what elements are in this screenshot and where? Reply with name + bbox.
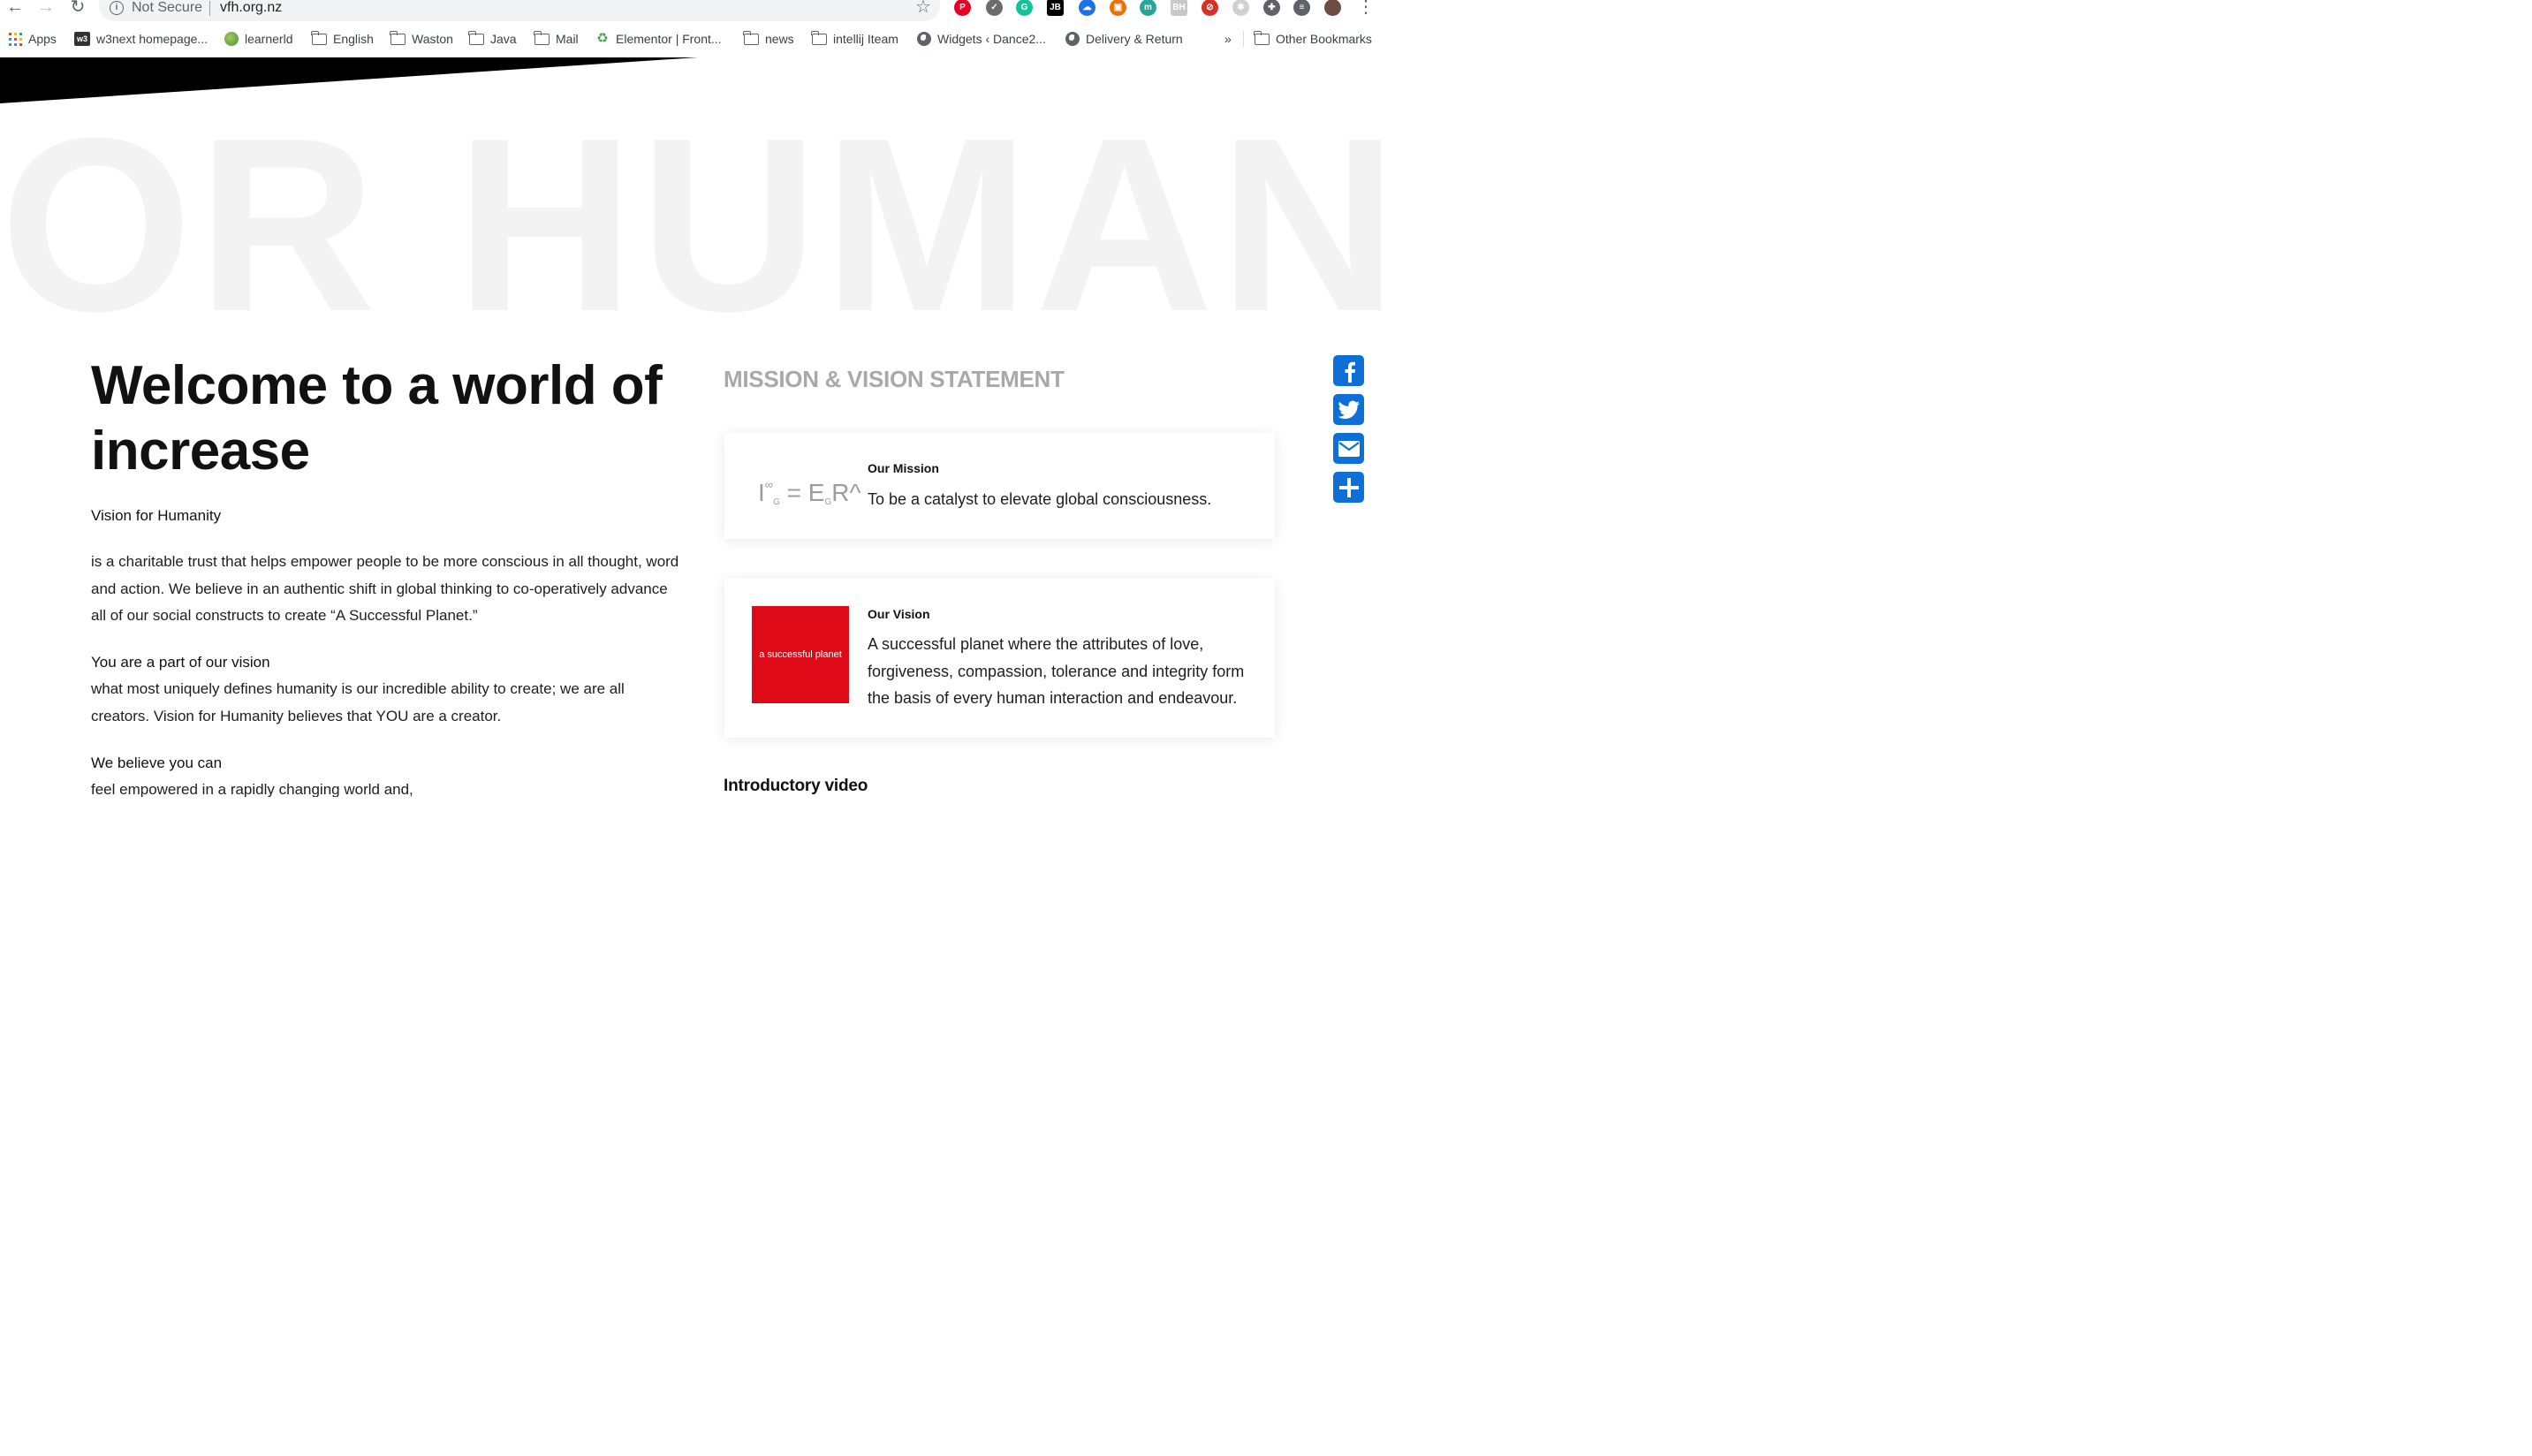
mission-card: I∞G = EGR^ Our Mission To be a catalyst … — [724, 433, 1275, 539]
folder-icon — [1254, 30, 1270, 45]
shield-extension-icon[interactable]: ✓ — [986, 0, 1003, 16]
bookmarks-bar: Apps w3 w3next homepage... learnerld Eng… — [0, 29, 1385, 49]
bookmark-label: Elementor | Front... — [616, 32, 722, 46]
info-icon[interactable]: i — [110, 1, 124, 15]
mission-formula-logo: I∞G = EGR^ — [758, 478, 861, 507]
bookmark-label: English — [333, 32, 374, 46]
facebook-icon — [1345, 361, 1355, 383]
share-plus-icon — [1338, 477, 1359, 497]
screenshot-extension-icon[interactable]: ▣ — [1110, 0, 1126, 16]
bookmark-widgets[interactable]: Widgets ‹ Dance2... — [917, 29, 1046, 49]
bookmark-label: Delivery & Return — [1086, 32, 1183, 46]
part-of-vision-label: You are a part of our vision — [91, 654, 270, 671]
bookmark-w3next[interactable]: w3 w3next homepage... — [74, 29, 208, 49]
back-arrow-icon[interactable]: ← — [5, 0, 25, 18]
introductory-video-heading: Introductory video — [724, 777, 868, 795]
puzzle-extensions-icon[interactable]: ✚ — [1263, 0, 1280, 16]
creators-paragraph: what most uniquely defines humanity is o… — [91, 680, 625, 724]
bookmark-intellij[interactable]: intellij Iteam — [811, 29, 898, 49]
more-share-button[interactable] — [1333, 472, 1364, 503]
bookmark-label: Mail — [556, 32, 579, 46]
bookmark-label: w3next homepage... — [96, 32, 208, 46]
url-divider — [209, 1, 210, 16]
mission-text: To be a catalyst to elevate global consc… — [868, 490, 1212, 508]
bookmarks-divider — [1243, 31, 1244, 47]
bookmark-label: Apps — [28, 32, 57, 46]
vision-text: A successful planet where the attributes… — [868, 635, 1245, 707]
folder-icon — [468, 30, 484, 45]
we-believe-label: We believe you can — [91, 755, 223, 771]
globe-icon — [1065, 32, 1080, 46]
empowered-paragraph: feel empowered in a rapidly changing wor… — [91, 781, 413, 797]
facebook-share-button[interactable] — [1333, 355, 1364, 386]
intro-paragraph: is a charitable trust that helps empower… — [91, 553, 679, 624]
bookmark-label: Waston — [412, 32, 453, 46]
reading-list-icon[interactable]: ≡ — [1293, 0, 1310, 16]
bookmark-english[interactable]: English — [311, 29, 374, 49]
vision-title: Our Vision — [868, 607, 930, 621]
bookmarks-overflow-button[interactable]: » — [1224, 29, 1232, 49]
bookmark-label: intellij Iteam — [833, 32, 898, 46]
bookmark-mail[interactable]: Mail — [534, 29, 579, 49]
mission-vision-heading: MISSION & VISION STATEMENT — [724, 366, 1065, 392]
email-icon — [1338, 440, 1360, 457]
recycle-favicon-icon: ♻ — [596, 31, 609, 46]
bookmark-apps[interactable]: Apps — [9, 29, 57, 49]
bookmark-label: Java — [490, 32, 517, 46]
bookmark-delivery[interactable]: Delivery & Return — [1065, 29, 1183, 49]
bookmark-label: Widgets ‹ Dance2... — [937, 32, 1046, 46]
block-extension-icon[interactable]: ⊘ — [1202, 0, 1218, 16]
url-text[interactable]: vfh.org.nz — [220, 0, 282, 17]
pinterest-icon[interactable]: P — [954, 0, 971, 16]
apps-grid-icon — [9, 32, 22, 46]
browser-menu-icon[interactable]: ⋮ — [1356, 0, 1376, 18]
bookmark-learnerld[interactable]: learnerld — [224, 29, 292, 49]
forward-arrow-icon[interactable]: → — [36, 0, 56, 18]
security-status[interactable]: Not Secure — [132, 0, 202, 17]
mission-title: Our Mission — [868, 461, 939, 475]
hero-title: Welcome to a world of increase — [91, 355, 663, 482]
folder-icon — [390, 30, 406, 45]
bookmark-news[interactable]: news — [743, 29, 794, 49]
folder-icon — [743, 30, 759, 45]
cloud-extension-icon[interactable]: ☁ — [1079, 0, 1095, 16]
w3-favicon-icon: w3 — [74, 32, 90, 46]
bookmark-waston[interactable]: Waston — [390, 29, 453, 49]
web-page: OR HUMAN Welcome to a world of increase … — [0, 57, 1385, 797]
vision-for-humanity-label: Vision for Humanity — [91, 507, 222, 524]
vision-card: a successful planet Our Vision A success… — [724, 579, 1275, 738]
bookmark-elementor[interactable]: ♻ Elementor | Front... — [595, 29, 722, 49]
twitter-icon — [1338, 400, 1360, 419]
twitter-share-button[interactable] — [1333, 394, 1364, 425]
email-share-button[interactable] — [1333, 433, 1364, 464]
bookmark-java[interactable]: Java — [468, 29, 517, 49]
folder-icon — [311, 30, 327, 45]
browser-chrome: ← → ↻ i Not Secure vfh.org.nz ☆ P ✓ G JB ☁ ▣ m… — [0, 0, 1385, 57]
grey-extension-icon[interactable]: ✱ — [1232, 0, 1249, 16]
m-extension-icon[interactable]: m — [1140, 0, 1156, 16]
background-watermark-word: OR HUMAN — [0, 87, 1385, 363]
folder-icon — [534, 30, 550, 45]
bookmark-label: Other Bookmarks — [1276, 32, 1372, 46]
overflow-label: » — [1224, 32, 1232, 46]
profile-avatar-icon[interactable] — [1324, 0, 1341, 16]
leaf-favicon-icon — [224, 32, 239, 46]
reload-icon[interactable]: ↻ — [68, 0, 87, 18]
bh-extension-icon[interactable]: BH — [1171, 0, 1187, 16]
successful-planet-image: a successful planet — [752, 606, 849, 703]
globe-icon — [917, 32, 931, 46]
bookmark-label: learnerld — [245, 32, 293, 46]
grammarly-icon[interactable]: G — [1016, 0, 1033, 16]
bookmark-label: news — [765, 32, 794, 46]
folder-icon — [811, 30, 827, 45]
bookmark-star-icon[interactable]: ☆ — [915, 0, 931, 17]
jetbrains-icon[interactable]: JB — [1047, 0, 1064, 16]
other-bookmarks-folder[interactable]: Other Bookmarks — [1254, 29, 1372, 49]
planet-image-text: a successful planet — [759, 649, 842, 660]
